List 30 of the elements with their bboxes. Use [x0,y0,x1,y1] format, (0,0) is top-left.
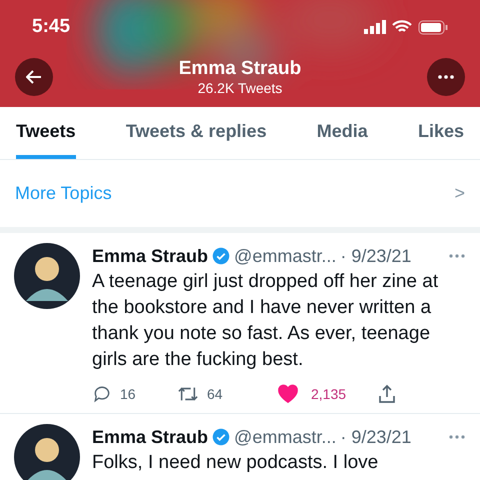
reply-icon[interactable] [92,384,112,404]
more-icon [438,74,454,78]
heart-icon[interactable] [277,384,299,404]
tweet-text: A teenage girl just dropped off her zine at the bookstore and I have never written a thank you note so fast. As ever, teenage girls are the fucking best. [92,270,440,372]
tweet-text: Folks, I need new podcasts. I love [92,451,380,475]
avatar[interactable] [14,424,80,480]
share-icon[interactable] [377,383,397,405]
like-count: 2,135 [311,384,346,404]
author-handle: @emmastr... [234,426,336,449]
profile-tab[interactable]: Likes [418,107,464,159]
profile-tab[interactable]: Tweets [16,107,76,159]
tweet-date: · 9/23/21 [340,426,412,449]
profile-tab[interactable]: Media [316,107,368,159]
status-time: 5:45 [32,15,70,39]
reply-count: 16 [120,384,136,404]
author-name[interactable]: Emma Straub [92,243,208,269]
profile-tab[interactable]: Tweets & replies [126,107,267,159]
signal-icon [364,20,386,34]
back-arrow-icon [26,70,42,84]
more-icon[interactable] [448,434,466,440]
profile-name: Emma Straub [178,58,302,80]
battery-icon [418,20,448,35]
author-name[interactable]: Emma Straub [92,424,208,450]
tweet-count: 26.2K Tweets [198,80,282,96]
avatar[interactable] [14,243,80,309]
more-icon[interactable] [448,253,466,259]
author-handle: @emmastr... [234,245,336,268]
tweet-date: · 9/23/21 [340,245,412,268]
wifi-icon [392,20,412,34]
retweet-count: 64 [207,384,223,404]
